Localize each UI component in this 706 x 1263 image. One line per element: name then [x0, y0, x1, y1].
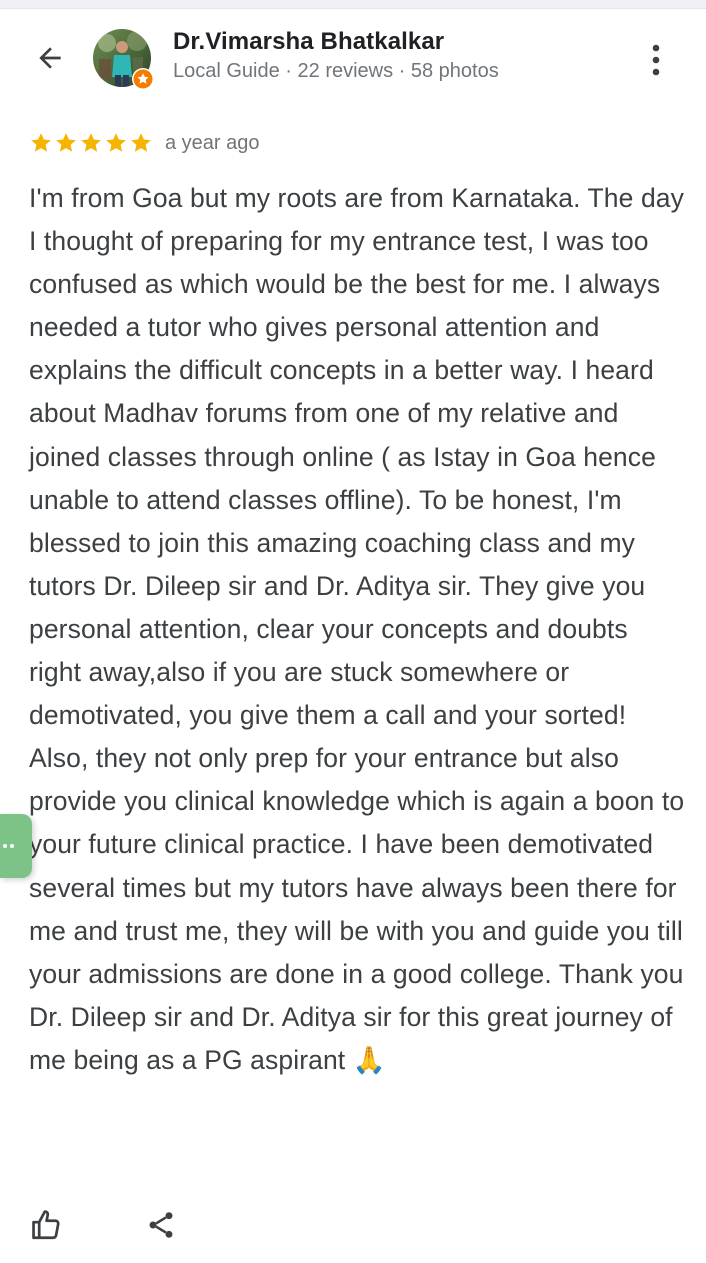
local-guide-star-icon — [131, 67, 155, 91]
star-icon — [56, 133, 76, 152]
floating-side-tab[interactable] — [0, 814, 32, 878]
star-icon — [106, 133, 126, 152]
review-header: Dr.Vimarsha Bhatkalkar Local Guide · 22 … — [0, 10, 706, 110]
top-edge-divider — [0, 0, 706, 9]
reviewer-name[interactable]: Dr.Vimarsha Bhatkalkar — [173, 28, 444, 56]
star-icon — [31, 133, 51, 152]
star-icon — [81, 133, 101, 152]
review-time: a year ago — [165, 131, 260, 154]
star-icon — [131, 133, 151, 152]
reviewer-meta: Local Guide · 22 reviews · 58 photos — [173, 60, 499, 82]
share-button[interactable] — [138, 1202, 184, 1248]
reviewer-avatar[interactable] — [93, 29, 154, 90]
star-rating — [29, 131, 153, 155]
review-body: I'm from Goa but my roots are from Karna… — [29, 183, 685, 1075]
rating-row: a year ago — [29, 128, 260, 158]
more-vertical-icon — [652, 44, 660, 76]
back-button[interactable] — [24, 36, 76, 80]
arrow-back-icon — [39, 47, 61, 69]
side-tab-dots-icon — [3, 844, 14, 848]
share-icon — [149, 1212, 173, 1238]
like-button[interactable] — [24, 1202, 70, 1248]
more-options-button[interactable] — [636, 38, 676, 82]
review-actions — [0, 1200, 706, 1250]
thumb-up-icon — [32, 1210, 60, 1240]
